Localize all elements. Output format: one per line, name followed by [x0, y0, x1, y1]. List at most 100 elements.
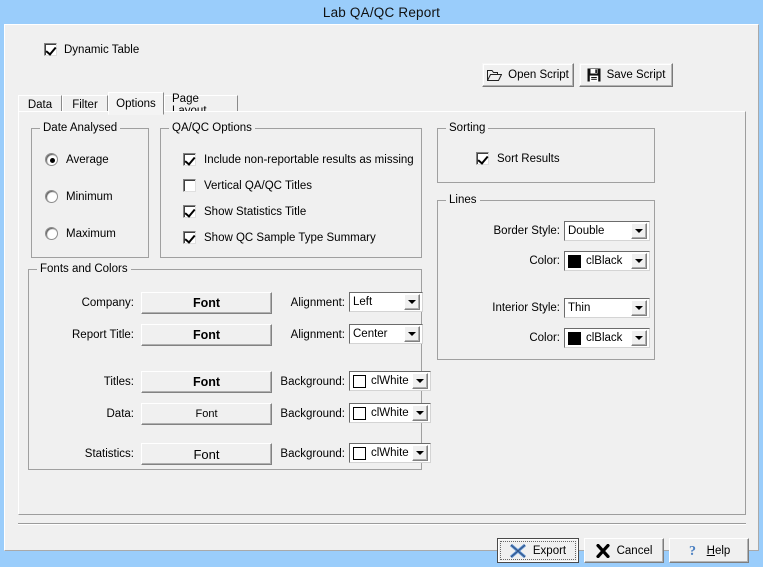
checkbox-icon[interactable] — [183, 153, 196, 166]
tab-options[interactable]: Options — [108, 92, 164, 115]
sorting-group: Sorting Sort Results — [437, 122, 655, 183]
dialog-client-area: Dynamic Table Open Script Save Script Da… — [6, 26, 757, 563]
save-script-button[interactable]: Save Script — [579, 63, 673, 87]
export-button[interactable]: Export — [497, 538, 579, 563]
interior-style-combo[interactable]: Thin — [564, 298, 650, 318]
radio-average[interactable]: Average — [45, 153, 109, 166]
cancel-button[interactable]: Cancel — [584, 538, 664, 563]
chevron-down-icon[interactable] — [412, 445, 428, 461]
svg-text:?: ? — [689, 544, 696, 558]
options-tab-panel: Date Analysed Average Minimum Maximum QA… — [18, 111, 746, 515]
checkbox-show-statistics-title[interactable]: Show Statistics Title — [183, 205, 306, 218]
checkbox-label: Show QC Sample Type Summary — [204, 231, 376, 244]
checkbox-label: Show Statistics Title — [204, 205, 307, 218]
footer-separator — [18, 523, 746, 525]
checkbox-label: Sort Results — [497, 152, 560, 165]
chevron-down-icon[interactable] — [631, 300, 647, 316]
titles-label: Titles: — [103, 376, 134, 388]
border-style-combo[interactable]: Double — [564, 221, 650, 241]
border-style-value: Double — [568, 225, 605, 237]
interior-color-label: Color: — [529, 332, 560, 344]
checkbox-vertical-qaqc-titles[interactable]: Vertical QA/QC Titles — [183, 179, 312, 192]
checkbox-icon[interactable] — [183, 205, 196, 218]
radio-icon[interactable] — [45, 227, 58, 240]
report-title-alignment-label: Alignment: — [290, 329, 345, 341]
report-title-alignment-combo[interactable]: Center — [349, 324, 423, 344]
interior-color-combo[interactable]: clBlack — [564, 328, 650, 348]
statistics-font-label: Font — [193, 446, 220, 462]
chevron-down-icon[interactable] — [404, 294, 420, 310]
chevron-down-icon[interactable] — [404, 326, 420, 342]
company-label: Company: — [81, 297, 134, 309]
tab-label: Filter — [72, 98, 98, 111]
radio-icon[interactable] — [45, 190, 58, 203]
checkbox-icon[interactable] — [183, 231, 196, 244]
statistics-label: Statistics: — [84, 448, 134, 460]
window-title: Lab QA/QC Report — [322, 4, 441, 20]
company-font-label: Font — [192, 296, 221, 310]
checkbox-label: Vertical QA/QC Titles — [204, 179, 313, 192]
open-script-label: Open Script — [508, 69, 569, 81]
report-title-font-label: Font — [192, 328, 221, 342]
tab-label: Data — [27, 98, 53, 111]
checkbox-icon[interactable] — [476, 152, 489, 165]
chevron-down-icon[interactable] — [631, 330, 647, 346]
focus-ring — [500, 541, 576, 560]
chevron-down-icon[interactable] — [631, 223, 647, 239]
help-button[interactable]: ? Help — [669, 538, 749, 563]
statistics-background-label: Background: — [280, 448, 345, 460]
chevron-down-icon[interactable] — [412, 373, 428, 389]
report-title-font-button[interactable]: Font — [141, 324, 272, 346]
qaqc-options-group-title: QA/QC Options — [169, 122, 255, 134]
titles-font-label: Font — [192, 375, 221, 389]
radio-label: Maximum — [66, 227, 116, 240]
titles-font-button[interactable]: Font — [141, 371, 272, 393]
window-titlebar: Lab QA/QC Report — [0, 0, 763, 24]
interior-color-value: clBlack — [586, 332, 623, 344]
fonts-and-colors-group: Fonts and Colors Company: Font Alignment… — [28, 263, 431, 470]
cancel-x-icon — [595, 543, 610, 558]
color-swatch — [353, 374, 366, 388]
titles-background-combo[interactable]: clWhite — [349, 371, 431, 391]
checkbox-show-qc-sample-type-summary[interactable]: Show QC Sample Type Summary — [183, 231, 376, 244]
dialog-window: Dynamic Table Open Script Save Script Da… — [4, 24, 759, 563]
dynamic-table-checkbox[interactable]: Dynamic Table — [44, 43, 139, 56]
sorting-group-title: Sorting — [446, 122, 489, 134]
checkbox-include-non-reportable[interactable]: Include non-reportable results as missin… — [183, 153, 414, 166]
chevron-down-icon[interactable] — [631, 253, 647, 269]
date-analysed-group: Date Analysed Average Minimum Maximum — [31, 122, 149, 258]
chevron-down-icon[interactable] — [412, 405, 428, 421]
company-font-button[interactable]: Font — [141, 292, 272, 314]
data-background-label: Background: — [280, 408, 345, 420]
data-background-value: clWhite — [371, 407, 409, 419]
lines-group-title: Lines — [446, 194, 480, 206]
company-alignment-value: Left — [353, 296, 373, 308]
interior-style-label: Interior Style: — [492, 302, 560, 314]
question-mark-icon: ? — [688, 543, 700, 558]
company-alignment-combo[interactable]: Left — [349, 292, 423, 312]
radio-maximum[interactable]: Maximum — [45, 227, 116, 240]
data-font-button[interactable]: Font — [141, 403, 272, 425]
date-analysed-group-title: Date Analysed — [40, 122, 121, 134]
save-script-label: Save Script — [606, 69, 666, 81]
qaqc-options-group: QA/QC Options Include non-reportable res… — [160, 122, 422, 258]
radio-minimum[interactable]: Minimum — [45, 190, 113, 203]
tab-label: Options — [116, 97, 156, 110]
checkbox-icon[interactable] — [183, 179, 196, 192]
data-font-label: Font — [195, 408, 218, 420]
open-script-button[interactable]: Open Script — [482, 63, 574, 87]
data-background-combo[interactable]: clWhite — [349, 403, 431, 423]
footer-button-bar: Export Cancel ? Help — [6, 529, 757, 567]
border-color-combo[interactable]: clBlack — [564, 251, 650, 271]
color-swatch — [568, 254, 581, 268]
statistics-background-combo[interactable]: clWhite — [349, 443, 431, 463]
radio-label: Minimum — [66, 190, 113, 203]
tab-strip: Data Filter Options Page Layout — [18, 92, 746, 117]
report-title-alignment-value: Center — [353, 328, 388, 340]
border-color-value: clBlack — [586, 255, 623, 267]
checkbox-icon[interactable] — [44, 43, 57, 56]
data-label: Data: — [106, 408, 135, 420]
statistics-font-button[interactable]: Font — [141, 443, 272, 465]
radio-icon[interactable] — [45, 153, 58, 166]
checkbox-sort-results[interactable]: Sort Results — [476, 152, 560, 165]
